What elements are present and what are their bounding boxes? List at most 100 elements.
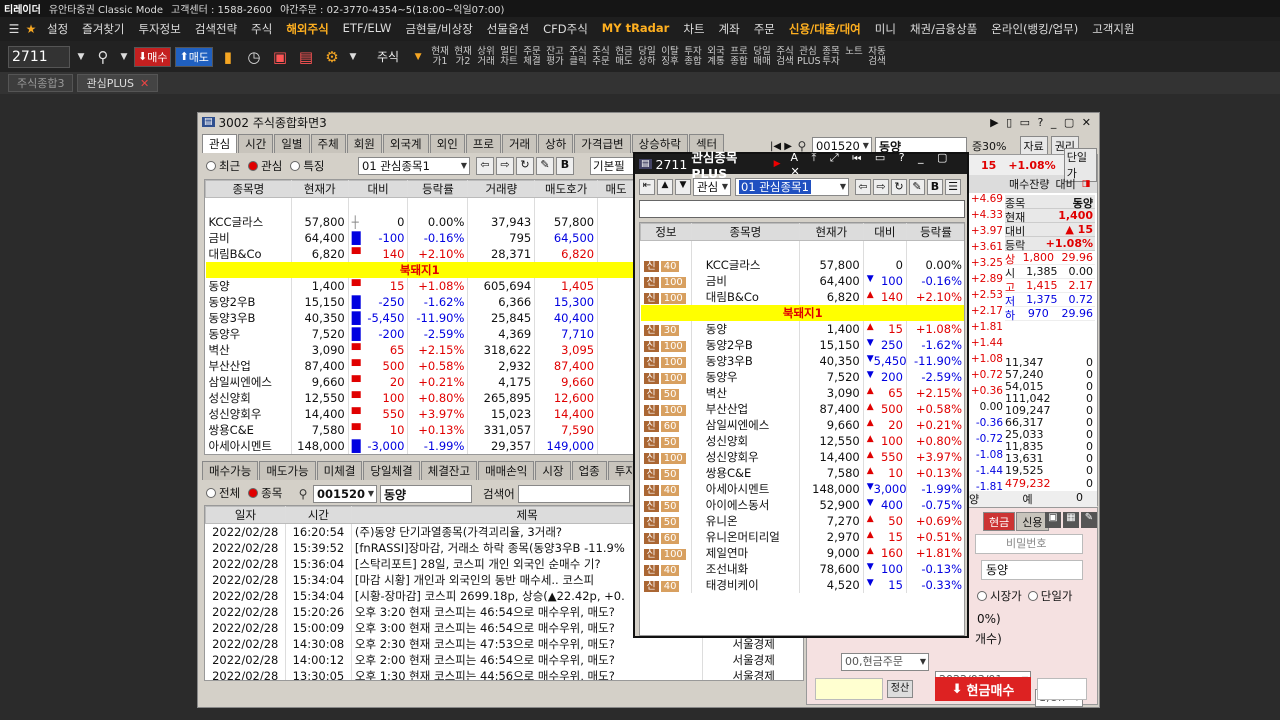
quick-button[interactable]: 당일 상하 bbox=[636, 46, 658, 67]
quick-button[interactable]: 현재 가2 bbox=[452, 46, 474, 67]
popup-row[interactable]: 북돼지1 bbox=[640, 304, 964, 321]
table-row[interactable]: 동양 1,400 ▀ 15 +1.08% 605,694 1,405 bbox=[205, 277, 633, 294]
menu-item[interactable]: 해외주식 bbox=[279, 21, 335, 37]
popup-arrow-icon[interactable]: ▶ bbox=[774, 159, 781, 169]
gear-icon[interactable]: ⚙ bbox=[321, 46, 343, 68]
column-header[interactable]: 현재가 bbox=[290, 180, 349, 198]
b-icon[interactable]: B bbox=[556, 157, 574, 175]
quick-button[interactable]: 멀티 차트 bbox=[498, 46, 520, 67]
single-price-option[interactable]: 단일가 bbox=[1027, 588, 1073, 604]
news-row[interactable]: 2022/02/28 14:30:08 오후 2:30 현재 코스피는 47:53으… bbox=[205, 636, 803, 652]
quick-button[interactable]: 외국 계통 bbox=[705, 46, 727, 67]
main-tab[interactable]: 프로 bbox=[465, 134, 501, 153]
popup-stock-name[interactable]: 금비 bbox=[691, 272, 800, 289]
camera-icon[interactable]: ▣ bbox=[269, 46, 291, 68]
popup-row[interactable]: 신 50 아이에스동서 52,900 ▼ 400 -0.75% bbox=[640, 496, 964, 513]
edit-icon[interactable]: ✎ bbox=[536, 157, 554, 175]
table-row[interactable]: 벽산 3,090 ▀ 65 +2.15% 318,622 3,095 bbox=[205, 341, 633, 358]
popup-up-icon[interactable]: ▲ bbox=[657, 179, 673, 195]
filter-radio[interactable] bbox=[290, 161, 301, 171]
search-icon[interactable]: ⚲ bbox=[92, 46, 114, 68]
popup-row[interactable] bbox=[640, 240, 964, 257]
main-tab[interactable]: 상승하락 bbox=[631, 134, 688, 153]
popup-next-icon[interactable]: ⇨ bbox=[873, 179, 889, 195]
menu-item[interactable]: 검색전략 bbox=[188, 21, 244, 37]
popup-row[interactable]: 신 100 금비 64,400 ▼ 100 -0.16% bbox=[640, 272, 964, 289]
column-header[interactable]: 등락률 bbox=[407, 180, 469, 198]
quick-button[interactable]: 투자 종합 bbox=[682, 46, 704, 67]
table-row[interactable]: 동양2우B 15,150 █ -250 -1.62% 6,366 15,300 bbox=[205, 293, 633, 310]
order-extra-input[interactable] bbox=[1037, 678, 1087, 700]
popup-stock-name[interactable]: 삼일씨엔에스 bbox=[691, 416, 800, 433]
stock-name[interactable]: 동양우 bbox=[205, 325, 292, 342]
table-row[interactable]: 삼일씨엔에스 9,660 ▀ 20 +0.21% 4,175 9,660 bbox=[205, 373, 633, 390]
order-wrench-icon[interactable]: ✎ bbox=[1081, 512, 1097, 528]
bottom-tab[interactable]: 매도가능 bbox=[259, 461, 316, 480]
news-column-header[interactable]: 일자 bbox=[205, 506, 286, 524]
star-icon[interactable]: ★ bbox=[22, 18, 40, 40]
popup-row[interactable]: 신 100 동양우 7,520 ▼ 200 -2.59% bbox=[640, 368, 964, 385]
news-search-input[interactable] bbox=[517, 485, 630, 503]
table-row[interactable]: KCC글라스 57,800 ┼ 0 0.00% 37,943 57,800 bbox=[205, 213, 633, 230]
search-dropdown-icon[interactable]: ▼ bbox=[118, 46, 130, 68]
menu-item[interactable]: 주식 bbox=[244, 21, 279, 37]
menu-item[interactable]: 채권/금융상품 bbox=[903, 21, 984, 37]
stock-name[interactable]: 동양3우B bbox=[205, 309, 292, 326]
popup-stock-name[interactable]: 쌍용C&E bbox=[691, 464, 800, 481]
popup-row[interactable]: 신 50 벽산 3,090 ▲ 65 +2.15% bbox=[640, 384, 964, 401]
popup-stock-name[interactable]: 아세아시멘트 bbox=[691, 480, 800, 497]
table-row[interactable]: 금비 64,400 █ -100 -0.16% 795 64,500 bbox=[205, 229, 633, 246]
stock-name[interactable]: 삼일씨엔에스 bbox=[205, 373, 292, 390]
menu-item[interactable]: 투자정보 bbox=[132, 21, 188, 37]
popup-row[interactable]: 신 100 부산산업 87,400 ▲ 500 +0.58% bbox=[640, 400, 964, 417]
main-tab[interactable]: 관심 bbox=[202, 134, 238, 153]
order-tab[interactable]: 신용 bbox=[1016, 512, 1049, 531]
table-row[interactable]: 대림B&Co 6,820 ▀ 140 +2.10% 28,371 6,820 bbox=[205, 245, 633, 262]
panel-toggle-icon[interactable]: ◨ bbox=[1082, 179, 1091, 189]
stock-name[interactable]: 성신양회우 bbox=[205, 405, 292, 422]
table-row[interactable]: 성신양회 12,550 ▀ 100 +0.80% 265,895 12,600 bbox=[205, 389, 633, 406]
gear-dropdown-icon[interactable]: ▼ bbox=[347, 46, 359, 68]
popup-row[interactable]: 신 100 성신양회우 14,400 ▲ 550 +3.97% bbox=[640, 448, 964, 465]
screen-tab[interactable]: 관심PLUS ✕ bbox=[77, 74, 159, 92]
filter-option[interactable]: 최근 bbox=[206, 158, 240, 174]
popup-row[interactable]: 신 40 아세아시멘트 148,000 ▼ 3,000 -1.99% bbox=[640, 480, 964, 497]
menu-item[interactable]: 미니 bbox=[868, 21, 903, 37]
bottom-tab[interactable]: 시장 bbox=[535, 461, 571, 480]
news-title[interactable]: 오후 2:30 현재 코스피는 47:53으로 매수우위, 매도? bbox=[351, 636, 704, 652]
popup-row[interactable]: 신 100 동양3우B 40,350 ▼ 5,450 -11.90% bbox=[640, 352, 964, 369]
popup-stock-name[interactable]: 유니온 bbox=[691, 512, 800, 529]
stock-name[interactable]: 부산산업 bbox=[205, 357, 292, 374]
news-filter-radio[interactable] bbox=[248, 488, 259, 498]
quick-button[interactable]: 관심 PLUS bbox=[797, 46, 821, 67]
popup-down-icon[interactable]: ▼ bbox=[675, 179, 691, 195]
stock-name[interactable]: 동양 bbox=[205, 277, 292, 294]
quick-button[interactable]: 잔고 평가 bbox=[544, 46, 566, 67]
quick-button[interactable]: 자동 검색 bbox=[866, 46, 888, 67]
stock-name[interactable]: KCC글라스 bbox=[205, 213, 292, 230]
table-row[interactable]: 동양3우B 40,350 █ -5,450 -11.90% 25,845 40,400 bbox=[205, 309, 633, 326]
popup-stock-name[interactable] bbox=[691, 240, 800, 257]
stock-name[interactable]: 쌍용C&E bbox=[205, 421, 292, 438]
column-header[interactable]: 대비 bbox=[347, 180, 409, 198]
main-tab[interactable]: 시간 bbox=[238, 134, 274, 153]
popup-column-header[interactable]: 종목명 bbox=[690, 223, 800, 241]
quick-button[interactable]: 현재 가1 bbox=[429, 46, 451, 67]
column-header[interactable]: 거래량 bbox=[467, 180, 536, 198]
password-input[interactable]: 비밀번호 bbox=[975, 534, 1083, 554]
group-prev-icon[interactable]: ⇦ bbox=[476, 157, 494, 175]
popup-row[interactable]: 신 50 유니온 7,270 ▲ 50 +0.69% bbox=[640, 512, 964, 529]
chart-icon[interactable]: ▮ bbox=[217, 46, 239, 68]
popup-stock-name[interactable]: 성신양회 bbox=[691, 432, 800, 449]
stock-name[interactable]: 아세아시멘트 bbox=[205, 437, 292, 454]
news-row[interactable]: 2022/02/28 13:30:05 오후 1:30 현재 코스피는 44:56으… bbox=[205, 668, 803, 680]
quick-button[interactable]: 당일 매매 bbox=[751, 46, 773, 67]
stock-name[interactable]: 성신양회 bbox=[205, 389, 292, 406]
cash-buy-button[interactable]: ⬇ 현금매수 bbox=[935, 677, 1031, 701]
stock-menu-dropdown-icon[interactable]: ▼ bbox=[411, 46, 425, 68]
bottom-tab[interactable]: 업종 bbox=[571, 461, 607, 480]
table-row[interactable] bbox=[205, 197, 633, 214]
order-type-select[interactable]: 00,현금주문 bbox=[841, 653, 929, 671]
popup-stock-name[interactable]: 제일연마 bbox=[691, 544, 800, 561]
menu-item[interactable]: 설정 bbox=[40, 21, 75, 37]
